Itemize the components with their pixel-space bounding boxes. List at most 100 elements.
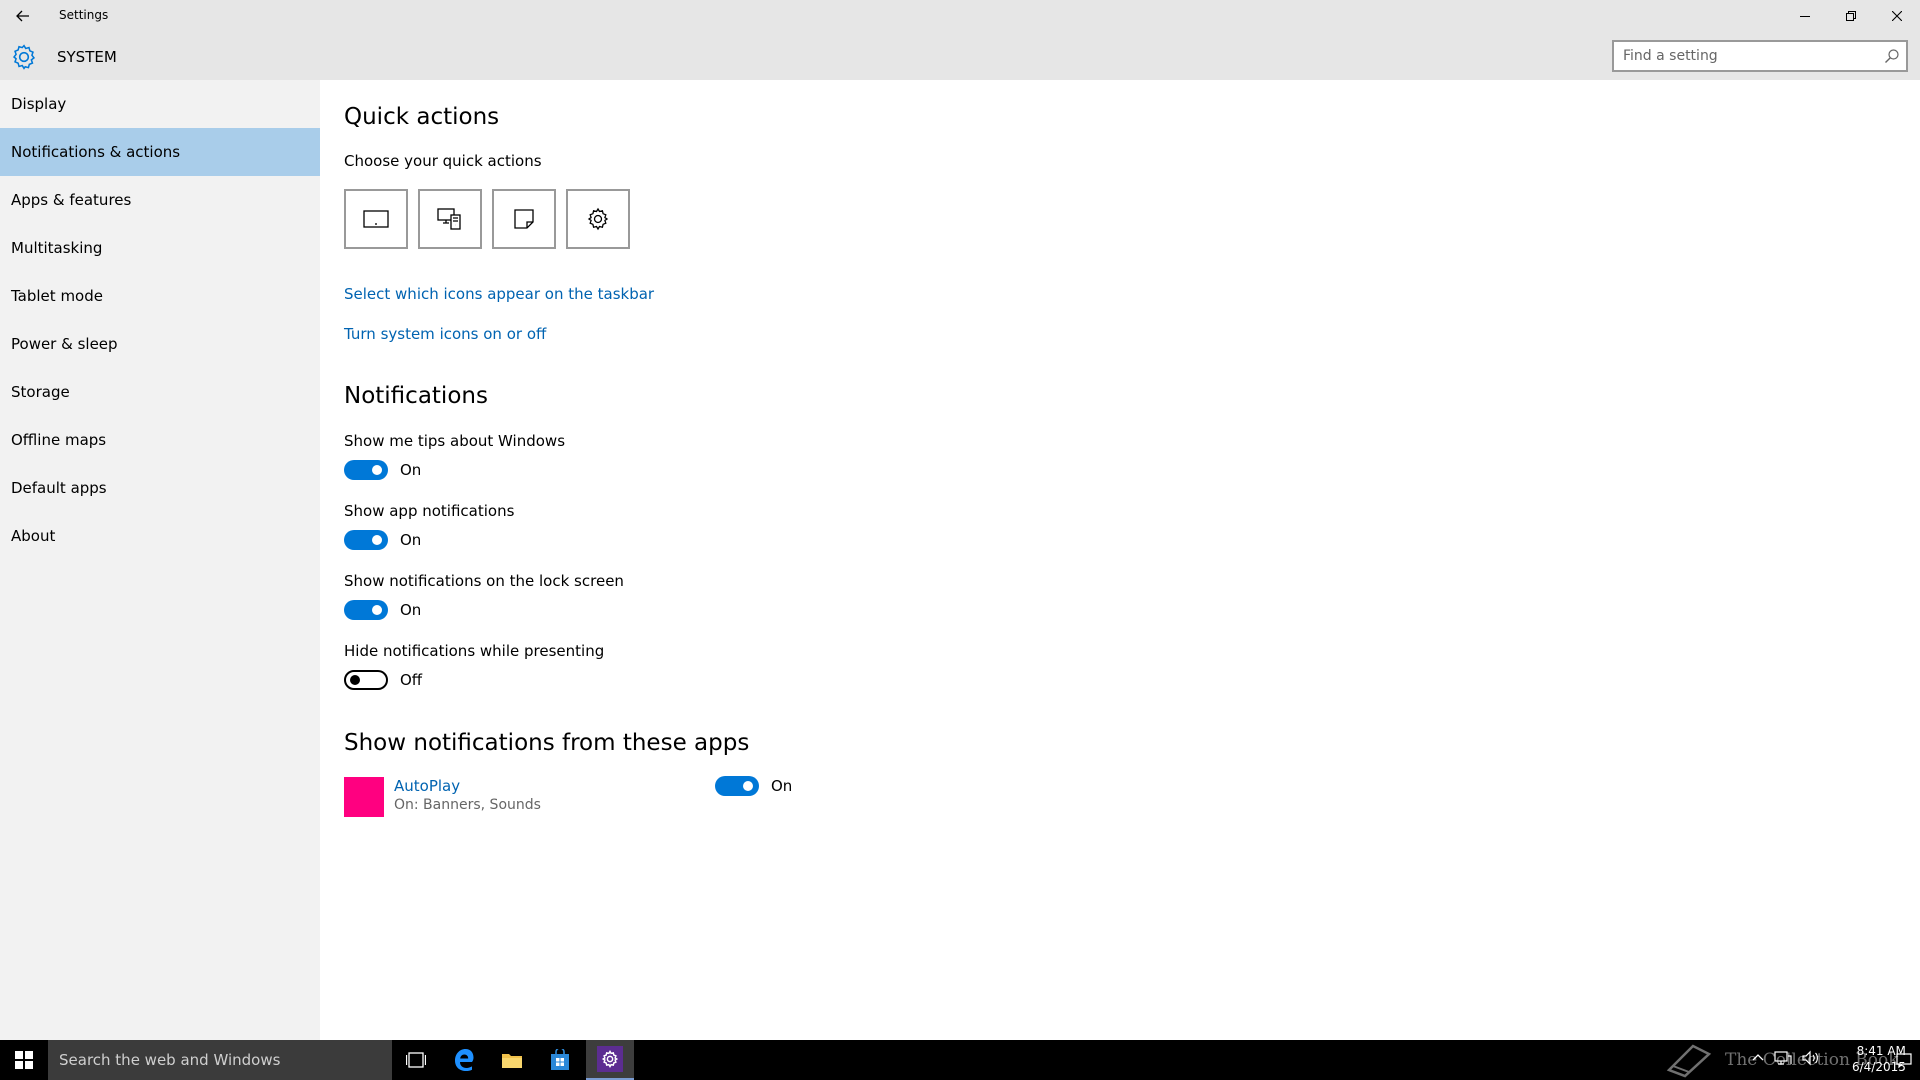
setting-label-app-notifications: Show app notifications (344, 502, 515, 520)
restore-button[interactable] (1828, 0, 1874, 32)
store-button[interactable] (536, 1040, 584, 1080)
autoplay-toggle[interactable] (715, 776, 759, 796)
file-explorer-button[interactable] (488, 1040, 536, 1080)
quick-action-tile-3[interactable] (492, 189, 556, 249)
toggle-knob (743, 781, 753, 791)
page-title: SYSTEM (57, 48, 117, 66)
quick-actions-subtitle: Choose your quick actions (344, 152, 542, 170)
tips-toggle-row: On (344, 458, 421, 482)
sidebar-item-label: Notifications & actions (11, 143, 181, 161)
toggle-knob (372, 465, 382, 475)
setting-label-tips: Show me tips about Windows (344, 432, 566, 450)
main-content: Quick actions Choose your quick actions … (344, 80, 1904, 1040)
sidebar-item-label: Default apps (11, 479, 107, 497)
toggle-state: On (771, 777, 793, 795)
toggle-state: On (400, 531, 422, 549)
start-button[interactable] (0, 1040, 48, 1080)
book-icon (1666, 1044, 1712, 1078)
app-notifications-toggle-row: On (344, 528, 421, 552)
sidebar-item-label: Tablet mode (11, 287, 103, 305)
sidebar-item-label: Power & sleep (11, 335, 118, 353)
task-view-icon (406, 1052, 426, 1068)
title-bar: Settings (0, 0, 1920, 32)
settings-gear-icon (587, 207, 609, 231)
gear-icon (601, 1050, 619, 1068)
sidebar-item-default-apps[interactable]: Default apps (0, 464, 320, 512)
chevron-up-icon[interactable] (1752, 1052, 1764, 1064)
apps-heading: Show notifications from these apps (344, 730, 750, 756)
search-box[interactable] (1612, 40, 1908, 72)
notifications-heading: Notifications (344, 383, 488, 409)
back-arrow-icon (16, 10, 29, 22)
select-taskbar-icons-link[interactable]: Select which icons appear on the taskbar (344, 285, 654, 303)
quick-actions-heading: Quick actions (344, 104, 500, 130)
hide-presenting-toggle-row: Off (344, 668, 422, 692)
app-notifications-toggle[interactable] (344, 530, 388, 550)
system-tray (1752, 1050, 1820, 1066)
lock-screen-toggle-row: On (344, 598, 421, 622)
store-icon (551, 1049, 569, 1070)
sidebar-item-label: Storage (11, 383, 70, 401)
settings-taskbar-button[interactable] (586, 1040, 634, 1080)
task-view-button[interactable] (392, 1040, 440, 1080)
restore-icon (1846, 11, 1856, 21)
network-icon[interactable] (1774, 1050, 1792, 1066)
turn-system-icons-link[interactable]: Turn system icons on or off (344, 325, 546, 343)
toggle-knob (372, 605, 382, 615)
quick-action-tile-2[interactable] (418, 189, 482, 249)
sidebar-item-label: Apps & features (11, 191, 132, 209)
volume-icon[interactable] (1802, 1050, 1820, 1066)
quick-action-tile-4[interactable] (566, 189, 630, 249)
back-button[interactable] (0, 0, 46, 32)
toggle-state: On (400, 601, 422, 619)
sidebar-item-offline-maps[interactable]: Offline maps (0, 416, 320, 464)
minimize-icon (1800, 16, 1810, 17)
autoplay-toggle-row: On (715, 774, 792, 798)
toggle-knob (372, 535, 382, 545)
action-center-button[interactable] (1888, 1040, 1920, 1080)
windows-logo-icon (15, 1051, 33, 1069)
hide-presenting-toggle[interactable] (344, 670, 388, 690)
setting-label-lock-screen: Show notifications on the lock screen (344, 572, 624, 590)
taskbar: Search the web and Windows The Collectio… (0, 1040, 1920, 1080)
gear-icon (12, 44, 36, 70)
minimize-button[interactable] (1782, 0, 1828, 32)
close-button[interactable] (1874, 0, 1920, 32)
sidebar-item-storage[interactable]: Storage (0, 368, 320, 416)
toggle-knob (350, 675, 360, 685)
tips-toggle[interactable] (344, 460, 388, 480)
sidebar-item-multitasking[interactable]: Multitasking (0, 224, 320, 272)
quick-action-tile-1[interactable] (344, 189, 408, 249)
sidebar-item-power-sleep[interactable]: Power & sleep (0, 320, 320, 368)
lock-screen-toggle[interactable] (344, 600, 388, 620)
sidebar-item-label: Multitasking (11, 239, 103, 257)
note-icon (514, 209, 534, 229)
edge-icon (455, 1049, 474, 1071)
sidebar: Display Notifications & actions Apps & f… (0, 80, 320, 1040)
setting-label-hide-presenting: Hide notifications while presenting (344, 642, 605, 660)
toggle-state: On (400, 461, 422, 479)
autoplay-app-link[interactable]: AutoPlay (394, 777, 460, 795)
toggle-state: Off (400, 671, 423, 689)
sidebar-item-display[interactable]: Display (0, 80, 320, 128)
taskbar-search[interactable]: Search the web and Windows (48, 1040, 392, 1080)
autoplay-app-detail: On: Banners, Sounds (394, 797, 541, 813)
search-input[interactable] (1614, 42, 1874, 70)
edge-button[interactable] (440, 1040, 488, 1080)
autoplay-app-icon (344, 777, 384, 817)
search-icon[interactable] (1884, 48, 1900, 64)
tablet-mode-icon (363, 210, 389, 228)
action-center-icon (1896, 1053, 1912, 1068)
sidebar-item-notifications-actions[interactable]: Notifications & actions (0, 128, 320, 176)
sidebar-item-apps-features[interactable]: Apps & features (0, 176, 320, 224)
folder-icon (502, 1054, 522, 1068)
header: SYSTEM (0, 32, 1920, 80)
sidebar-item-label: Offline maps (11, 431, 107, 449)
settings-app-tile (597, 1046, 623, 1072)
sidebar-item-label: About (11, 527, 56, 545)
sidebar-item-about[interactable]: About (0, 512, 320, 560)
window-title: Settings (59, 8, 109, 22)
connect-icon (437, 208, 461, 230)
sidebar-item-label: Display (11, 95, 67, 113)
sidebar-item-tablet-mode[interactable]: Tablet mode (0, 272, 320, 320)
